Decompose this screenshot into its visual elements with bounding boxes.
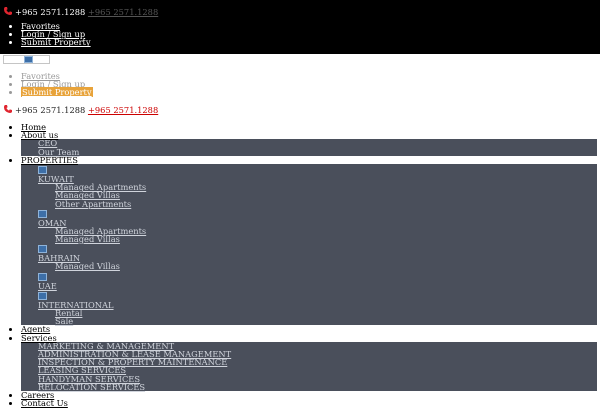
main-nav: Home About us CEO Our Team PROPERTIES KU… (21, 123, 597, 407)
mobile-links: Favorites Login / Sign up Submit Propert… (21, 72, 93, 98)
international-submenu: Rental Sale (38, 309, 597, 325)
home-link[interactable]: Home (21, 123, 597, 131)
list-item: Managed Apartments (55, 227, 597, 235)
properties-link[interactable]: PROPERTIES (21, 156, 597, 164)
submit-property-button[interactable]: Submit Property (21, 87, 93, 98)
top-phone: +965 2571.1288 +965 2571.1288 (3, 6, 158, 16)
list-item: Submit Property (21, 87, 93, 98)
agents-link[interactable]: Agents (21, 325, 597, 333)
nav-item-careers: Careers (21, 391, 597, 399)
submenu-kuwait: KUWAIT Managed Apartments Managed Villas… (38, 164, 597, 208)
nav-item-services: Services MARKETING & MANAGEMENT ADMINIST… (21, 333, 597, 391)
phone-icon (4, 7, 12, 15)
broken-image-icon (38, 291, 47, 300)
other-apartments-link[interactable]: Other Apartments (55, 199, 131, 209)
submenu-oman: OMAN Managed Apartments Managed Villas (38, 208, 597, 244)
list-item: Managed Villas (55, 191, 597, 199)
about-submenu: CEO Our Team (21, 139, 597, 156)
submenu-international: INTERNATIONAL Rental Sale (38, 290, 597, 326)
list-item: CEO (38, 139, 597, 147)
managed-villas-link[interactable]: Managed Villas (55, 234, 120, 244)
phone-link[interactable]: +965 2571.1288 (88, 105, 158, 115)
nav-item-agents: Agents (21, 325, 597, 333)
list-item: Rental (55, 309, 597, 317)
list-item: Other Apartments (55, 199, 597, 209)
services-submenu: MARKETING & MANAGEMENT ADMINISTRATION & … (21, 342, 597, 391)
contact-link[interactable]: Contact Us (21, 399, 597, 407)
broken-image-icon (24, 56, 33, 63)
submenu-bahrain: BAHRAIN Managed Villas (38, 243, 597, 271)
menu-toggle-button[interactable] (3, 55, 50, 64)
mobile-phone: +965 2571.1288 +965 2571.1288 (3, 104, 158, 114)
broken-image-icon (38, 245, 47, 254)
list-item: Managed Villas (55, 235, 597, 243)
phone-number: +965 2571.1288 (15, 105, 86, 115)
kuwait-submenu: Managed Apartments Managed Villas Other … (38, 183, 597, 208)
phone-icon (4, 105, 12, 113)
list-item: Managed Villas (55, 262, 597, 270)
uae-link[interactable]: UAE (38, 281, 57, 291)
top-bar: +965 2571.1288 +965 2571.1288 Favorites … (0, 0, 600, 54)
careers-link[interactable]: Careers (21, 391, 597, 399)
broken-image-icon (38, 209, 47, 218)
managed-villas-link[interactable]: Managed Villas (55, 261, 120, 271)
submenu-uae: UAE (38, 271, 597, 290)
submit-property-link[interactable]: Submit Property (21, 37, 91, 47)
list-item: Managed Apartments (55, 183, 597, 191)
about-link[interactable]: About us (21, 131, 597, 139)
nav-item-properties: PROPERTIES KUWAIT Managed Apartments Man… (21, 156, 597, 326)
list-item: Submit Property (21, 38, 91, 46)
top-links: Favorites Login / Sign up Submit Propert… (21, 22, 91, 47)
nav-item-home: Home (21, 123, 597, 131)
phone-link[interactable]: +965 2571.1288 (88, 7, 158, 17)
nav-item-about: About us CEO Our Team (21, 131, 597, 156)
broken-image-icon (38, 165, 47, 174)
nav-item-contact: Contact Us (21, 399, 597, 407)
list-item: Our Team (38, 147, 597, 156)
properties-submenu: KUWAIT Managed Apartments Managed Villas… (21, 163, 597, 326)
bahrain-submenu: Managed Villas (38, 262, 597, 270)
phone-number: +965 2571.1288 (15, 7, 86, 17)
sale-link[interactable]: Sale (55, 316, 73, 326)
list-item: RELOCATION SERVICES (38, 383, 597, 391)
list-item: Sale (55, 317, 597, 325)
broken-image-icon (38, 272, 47, 281)
oman-submenu: Managed Apartments Managed Villas (38, 227, 597, 243)
